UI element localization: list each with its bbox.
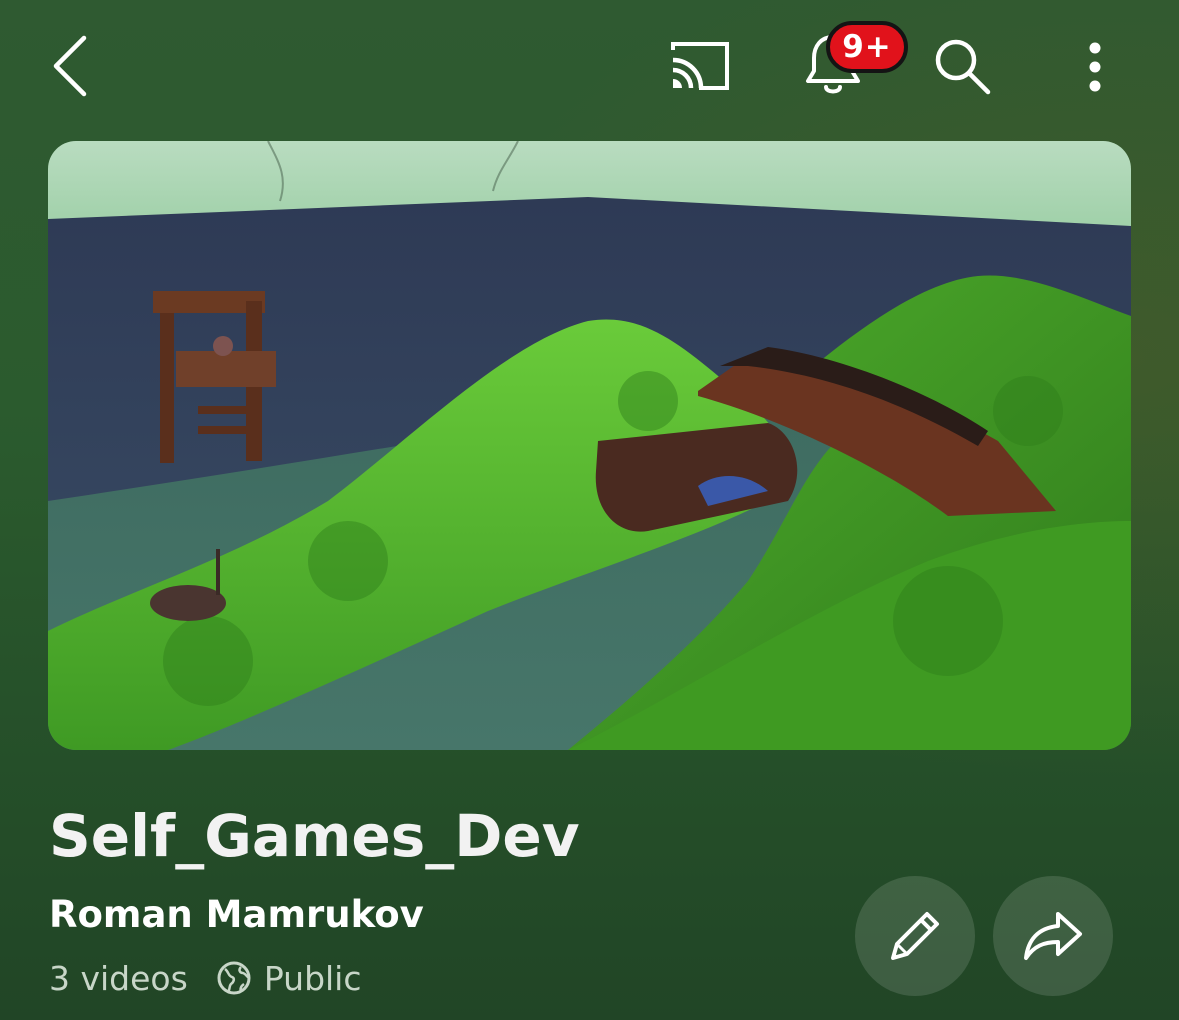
chevron-left-icon	[53, 35, 87, 97]
globe-icon	[216, 960, 252, 996]
share-icon	[1024, 912, 1082, 960]
top-app-bar: 9+	[0, 0, 1179, 130]
pencil-icon	[891, 912, 939, 960]
video-count: 3 videos	[49, 958, 188, 998]
visibility-label: Public	[263, 958, 362, 998]
edit-playlist-button[interactable]	[855, 876, 975, 996]
playlist-meta: 3 videos Public	[49, 952, 362, 1004]
more-vertical-icon	[1089, 42, 1101, 92]
cast-icon	[671, 42, 729, 90]
playlist-owner-link[interactable]: Roman Mamrukov	[49, 888, 424, 942]
back-button[interactable]	[40, 30, 104, 102]
share-playlist-button[interactable]	[993, 876, 1113, 996]
notification-count-badge: 9+	[826, 21, 908, 73]
game-scene-image	[48, 141, 1131, 750]
search-icon	[935, 39, 991, 95]
playlist-thumbnail[interactable]	[48, 141, 1131, 750]
cast-button[interactable]	[662, 36, 736, 96]
playlist-title: Self_Games_Dev	[49, 802, 580, 870]
more-options-button[interactable]	[1070, 34, 1120, 100]
search-button[interactable]	[928, 32, 996, 100]
